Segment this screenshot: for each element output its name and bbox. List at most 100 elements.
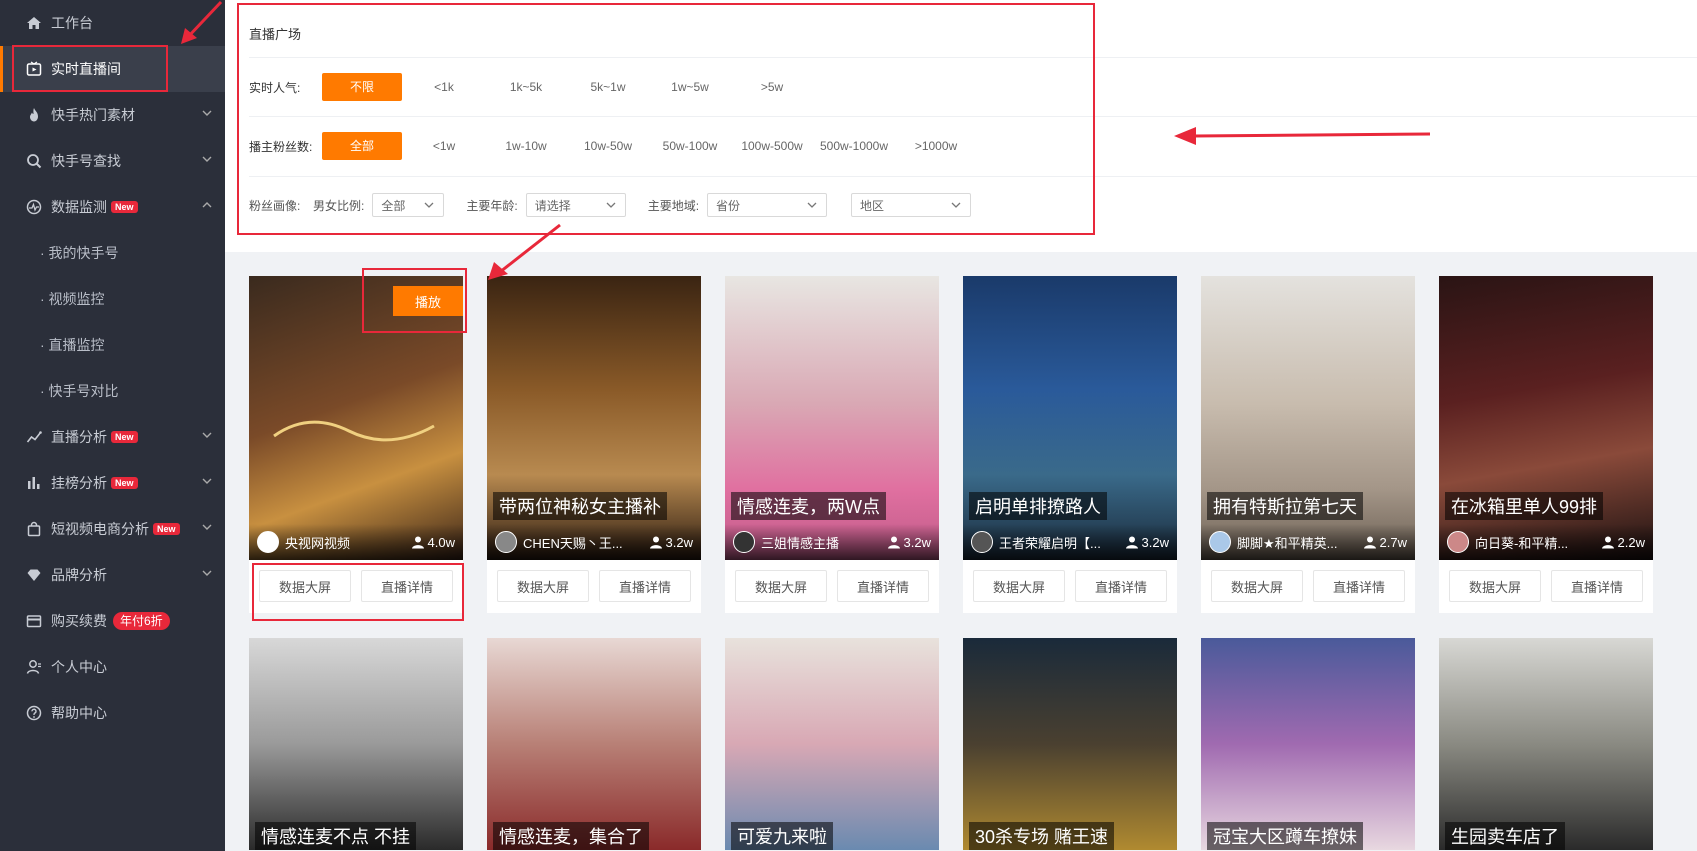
promo-badge: 年付6折 (113, 612, 170, 630)
live-thumbnail[interactable]: 30杀专场 赌王速 (963, 638, 1177, 850)
fans-option-50w-100w[interactable]: 50w-100w (650, 132, 730, 160)
live-detail-button[interactable]: 直播详情 (1313, 570, 1405, 602)
viewer-count: 3.2w (649, 535, 693, 550)
data-screen-button[interactable]: 数据大屏 (259, 570, 351, 602)
live-thumbnail[interactable]: 可爱九来啦 (725, 638, 939, 850)
avatar (257, 531, 279, 553)
chevron-up-icon (202, 202, 212, 208)
fans-option-500w-1000w[interactable]: 500w-1000w (814, 132, 894, 160)
live-card[interactable]: 央视网视频 4.0w 播放 数据大屏 直播详情 (249, 276, 463, 613)
data-screen-button[interactable]: 数据大屏 (1211, 570, 1303, 602)
gender-label: 男女比例: (313, 198, 365, 213)
live-detail-button[interactable]: 直播详情 (837, 570, 929, 602)
popularity-option-unlimited[interactable]: 不限 (322, 73, 402, 101)
viewer-count: 4.0w (411, 535, 455, 550)
data-screen-button[interactable]: 数据大屏 (1449, 570, 1541, 602)
sub-item-video-monitor[interactable]: · 视频监控 (0, 276, 225, 322)
popularity-option-1w-5w[interactable]: 1w~5w (650, 73, 730, 101)
live-card[interactable]: 带两位神秘女主播补 CHEN天赐丶王... 3.2w 数据大屏 直播详情 (487, 276, 701, 613)
live-card[interactable]: 30杀专场 赌王速 (963, 638, 1177, 850)
live-thumbnail[interactable]: 在冰箱里单人99排 向日葵-和平精... 2.2w (1439, 276, 1653, 560)
diamond-icon (25, 566, 43, 584)
viewer-count: 2.2w (1601, 535, 1645, 550)
live-title: 情感连麦，两W点 (731, 492, 886, 520)
fans-option-1w-10w[interactable]: 1w-10w (486, 132, 566, 160)
play-button[interactable]: 播放 (393, 286, 463, 316)
nav-item-purchase[interactable]: 购买续费 年付6折 (0, 598, 225, 644)
live-detail-button[interactable]: 直播详情 (1075, 570, 1167, 602)
user-icon (1601, 536, 1614, 549)
fans-option-gt1000w[interactable]: >1000w (896, 132, 976, 160)
nav-item-live-rooms[interactable]: 实时直播间 (0, 46, 225, 92)
fans-option-all[interactable]: 全部 (322, 132, 402, 160)
nav-item-data-monitor[interactable]: 数据监测 New (0, 184, 225, 230)
live-title: 30杀专场 赌王速 (969, 822, 1115, 850)
nav-item-account-search[interactable]: 快手号查找 (0, 138, 225, 184)
nav-label: 品牌分析 (51, 567, 107, 583)
viewer-count: 2.7w (1363, 535, 1407, 550)
anchor-name: 三姐情感主播 (761, 535, 840, 551)
nav-item-hot-materials[interactable]: 快手热门素材 (0, 92, 225, 138)
sub-item-my-accounts[interactable]: · 我的快手号 (0, 230, 225, 276)
live-thumbnail[interactable]: 生园卖车店了 (1439, 638, 1653, 850)
live-thumbnail[interactable]: 央视网视频 4.0w 播放 (249, 276, 463, 560)
live-title: 可爱九来啦 (731, 822, 833, 850)
live-card[interactable]: 启明单排撩路人 王者荣耀启明【... 3.2w 数据大屏 直播详情 (963, 276, 1177, 613)
nav-item-brand-analysis[interactable]: 品牌分析 (0, 552, 225, 598)
nav-label: 挂榜分析 (51, 475, 107, 491)
live-card[interactable]: 拥有特斯拉第七天 脚脚★和平精英... 2.7w 数据大屏 直播详情 (1201, 276, 1415, 613)
live-detail-button[interactable]: 直播详情 (361, 570, 453, 602)
popularity-option-lt1k[interactable]: <1k (404, 73, 484, 101)
fans-option-100w-500w[interactable]: 100w-500w (732, 132, 812, 160)
viewer-count-value: 3.2w (665, 534, 693, 550)
province-select-value: 省份 (716, 198, 741, 213)
card-actions: 数据大屏 直播详情 (497, 570, 691, 602)
user-icon (649, 536, 662, 549)
area-select[interactable]: 地区 (851, 193, 972, 217)
live-thumbnail[interactable]: 情感连麦，两W点 三姐情感主播 3.2w (725, 276, 939, 560)
live-thumbnail[interactable]: 冠宝大区蹲车撩妹 (1201, 638, 1415, 850)
live-thumbnail[interactable]: 情感连麦，集合了 (487, 638, 701, 850)
nav-item-live-analysis[interactable]: 直播分析 New (0, 414, 225, 460)
live-card[interactable]: 情感连麦，集合了 (487, 638, 701, 850)
live-card[interactable]: 在冰箱里单人99排 向日葵-和平精... 2.2w 数据大屏 直播详情 (1439, 276, 1653, 613)
chevron-down-icon (202, 524, 212, 530)
live-thumbnail[interactable]: 拥有特斯拉第七天 脚脚★和平精英... 2.7w (1201, 276, 1415, 560)
live-card[interactable]: 可爱九来啦 (725, 638, 939, 850)
help-icon (25, 704, 43, 722)
age-select[interactable]: 请选择 (525, 193, 626, 217)
gender-select[interactable]: 全部 (372, 193, 445, 217)
province-select[interactable]: 省份 (707, 193, 828, 217)
nav-item-workbench[interactable]: 工作台 (0, 0, 225, 46)
chevron-down-icon (951, 202, 961, 208)
bar-chart-icon (25, 474, 43, 492)
live-thumbnail[interactable]: 启明单排撩路人 王者荣耀启明【... 3.2w (963, 276, 1177, 560)
nav-item-ecommerce-analysis[interactable]: 短视频电商分析 New (0, 506, 225, 552)
live-card[interactable]: 冠宝大区蹲车撩妹 (1201, 638, 1415, 850)
data-screen-button[interactable]: 数据大屏 (735, 570, 827, 602)
card-actions: 数据大屏 直播详情 (1211, 570, 1405, 602)
avatar (1447, 531, 1469, 553)
nav-item-rank-analysis[interactable]: 挂榜分析 New (0, 460, 225, 506)
popularity-option-5k-1w[interactable]: 5k~1w (568, 73, 648, 101)
live-card[interactable]: 生园卖车店了 (1439, 638, 1653, 850)
live-card[interactable]: 情感连麦，两W点 三姐情感主播 3.2w 数据大屏 直播详情 (725, 276, 939, 613)
fans-option-lt1w[interactable]: <1w (404, 132, 484, 160)
data-screen-button[interactable]: 数据大屏 (973, 570, 1065, 602)
nav-item-profile[interactable]: 个人中心 (0, 644, 225, 690)
divider (249, 57, 1697, 58)
live-detail-button[interactable]: 直播详情 (1551, 570, 1643, 602)
nav-item-help[interactable]: 帮助中心 (0, 690, 225, 736)
live-card[interactable]: 情感连麦不点 不挂 (249, 638, 463, 850)
live-title: 启明单排撩路人 (969, 492, 1107, 520)
popularity-option-1k-5k[interactable]: 1k~5k (486, 73, 566, 101)
fans-option-10w-50w[interactable]: 10w-50w (568, 132, 648, 160)
popularity-option-gt5w[interactable]: >5w (732, 73, 812, 101)
live-thumbnail[interactable]: 带两位神秘女主播补 CHEN天赐丶王... 3.2w (487, 276, 701, 560)
cover-art (269, 406, 439, 456)
data-screen-button[interactable]: 数据大屏 (497, 570, 589, 602)
sub-item-live-monitor[interactable]: · 直播监控 (0, 322, 225, 368)
sub-item-account-compare[interactable]: · 快手号对比 (0, 368, 225, 414)
live-detail-button[interactable]: 直播详情 (599, 570, 691, 602)
live-thumbnail[interactable]: 情感连麦不点 不挂 (249, 638, 463, 850)
